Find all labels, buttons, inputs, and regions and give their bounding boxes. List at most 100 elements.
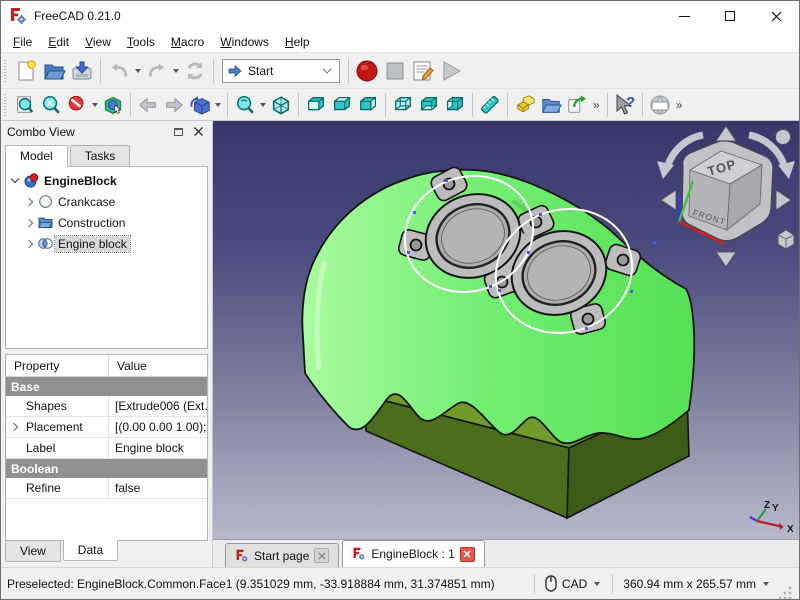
- web-browser-button[interactable]: [647, 92, 673, 118]
- menu-view[interactable]: View: [77, 33, 119, 51]
- menu-help[interactable]: Help: [277, 33, 318, 51]
- redo-dropdown-caret[interactable]: [173, 69, 179, 73]
- tab-close-button[interactable]: [314, 548, 329, 563]
- menu-bar: File Edit View Tools Macro Windows Help: [1, 31, 799, 53]
- property-value[interactable]: false: [109, 481, 207, 495]
- property-row-placement[interactable]: Placement [(0.00 0.00 1.00);...: [6, 417, 207, 438]
- draw-style-button[interactable]: [64, 92, 90, 118]
- property-value[interactable]: [(0.00 0.00 1.00);...: [109, 420, 207, 434]
- menu-macro[interactable]: Macro: [163, 33, 212, 51]
- tab-close-button[interactable]: [460, 547, 475, 562]
- toolbar-drag-handle[interactable]: [4, 94, 9, 116]
- property-row-refine[interactable]: Refine false: [6, 478, 207, 499]
- menu-file[interactable]: File: [5, 33, 40, 51]
- navigation-cube[interactable]: TOP FRONT: [657, 126, 795, 267]
- property-row-shapes[interactable]: Shapes [Extrude006 (Ext...: [6, 396, 207, 417]
- zoom-dropdown-caret[interactable]: [260, 103, 266, 107]
- property-value[interactable]: Engine block: [109, 441, 207, 455]
- whats-this-button[interactable]: ?: [612, 92, 638, 118]
- isometric-view-button[interactable]: [187, 92, 213, 118]
- front-view-button[interactable]: [303, 92, 329, 118]
- resize-grip[interactable]: [779, 585, 793, 599]
- property-value[interactable]: [Extrude006 (Ext...: [109, 399, 207, 413]
- fit-selection-button[interactable]: [38, 92, 64, 118]
- redo-button[interactable]: [143, 57, 171, 85]
- tab-view[interactable]: View: [5, 541, 61, 562]
- measure-distance-button[interactable]: [477, 92, 503, 118]
- tab-start-page[interactable]: Start page: [225, 543, 339, 567]
- tree-item-crankcase[interactable]: Crankcase: [6, 191, 207, 212]
- menu-windows[interactable]: Windows: [212, 33, 277, 51]
- nav-arrow-down[interactable]: [716, 252, 736, 267]
- view-dimensions-selector[interactable]: 360.94 mm x 265.57 mm: [623, 577, 771, 591]
- undo-icon: [108, 60, 130, 82]
- maximize-button[interactable]: [707, 1, 753, 31]
- section-base[interactable]: Base: [6, 377, 207, 396]
- new-document-button[interactable]: [12, 57, 40, 85]
- web-browser-icon: [648, 93, 672, 117]
- refresh-button[interactable]: [181, 57, 209, 85]
- combo-view-header[interactable]: Combo View: [1, 121, 212, 143]
- toolbar-drag-handle[interactable]: [4, 60, 9, 82]
- expander-closed-icon[interactable]: [25, 240, 33, 248]
- panel-float-button[interactable]: [170, 124, 186, 140]
- bottom-view-cube-icon: [418, 94, 440, 116]
- right-view-button[interactable]: [355, 92, 381, 118]
- fit-all-button[interactable]: [12, 92, 38, 118]
- macro-record-button[interactable]: [353, 57, 381, 85]
- tab-tasks[interactable]: Tasks: [70, 145, 131, 166]
- workbench-selector-value: Start: [248, 64, 323, 78]
- bottom-view-button[interactable]: [416, 92, 442, 118]
- tree-item-engineblock[interactable]: EngineBlock: [6, 170, 207, 191]
- export-button[interactable]: [564, 92, 590, 118]
- navigate-forward-button[interactable]: [161, 92, 187, 118]
- macro-edit-button[interactable]: [409, 57, 437, 85]
- rear-view-button[interactable]: [390, 92, 416, 118]
- left-view-button[interactable]: [442, 92, 468, 118]
- navigate-back-button[interactable]: [135, 92, 161, 118]
- workbench-selector[interactable]: Start: [222, 59, 340, 83]
- open-document-button[interactable]: [40, 57, 68, 85]
- nav-circle-button[interactable]: [776, 130, 791, 145]
- open-folder-button[interactable]: [538, 92, 564, 118]
- isometric-dropdown-caret[interactable]: [215, 103, 221, 107]
- navigation-style-caret: [594, 582, 600, 586]
- zoom-button[interactable]: [232, 92, 258, 118]
- panel-close-button[interactable]: [190, 124, 206, 140]
- part-design-button[interactable]: [512, 92, 538, 118]
- tab-engineblock-document[interactable]: EngineBlock : 1: [342, 540, 484, 567]
- play-icon: [438, 58, 464, 84]
- freecad-file-icon: [352, 547, 366, 561]
- axonometric-view-button[interactable]: [268, 92, 294, 118]
- toolbar-overflow-button[interactable]: »: [590, 98, 603, 112]
- nav-arrow-right[interactable]: [776, 190, 791, 210]
- tree-item-construction[interactable]: Construction: [6, 212, 207, 233]
- undo-dropdown-caret[interactable]: [135, 69, 141, 73]
- tab-model[interactable]: Model: [5, 145, 68, 167]
- menu-edit[interactable]: Edit: [40, 33, 77, 51]
- property-row-label[interactable]: Label Engine block: [6, 438, 207, 459]
- sync-selection-button[interactable]: [100, 92, 126, 118]
- macro-stop-button[interactable]: [381, 57, 409, 85]
- undo-button[interactable]: [105, 57, 133, 85]
- expander-open-icon[interactable]: [11, 175, 19, 183]
- close-button[interactable]: [753, 1, 799, 31]
- top-view-button[interactable]: [329, 92, 355, 118]
- 3d-viewport[interactable]: TOP FRONT Z Y X: [213, 121, 799, 539]
- close-icon: [771, 11, 782, 22]
- minimize-button[interactable]: [661, 1, 707, 31]
- tab-data[interactable]: Data: [63, 540, 118, 561]
- expander-closed-icon[interactable]: [25, 198, 33, 206]
- draw-style-dropdown-caret[interactable]: [92, 103, 98, 107]
- tree-item-engine-block[interactable]: Engine block: [6, 233, 207, 254]
- menu-tools[interactable]: Tools: [119, 33, 163, 51]
- nav-arrow-up[interactable]: [716, 126, 736, 141]
- navigation-style-selector[interactable]: CAD: [545, 575, 602, 592]
- save-document-button[interactable]: [68, 57, 96, 85]
- nav-arrow-left[interactable]: [661, 190, 676, 210]
- section-boolean[interactable]: Boolean: [6, 459, 207, 478]
- macro-execute-button[interactable]: [437, 57, 465, 85]
- navigation-style-value: CAD: [562, 577, 587, 591]
- expander-closed-icon[interactable]: [25, 219, 33, 227]
- toolbar-overflow-button[interactable]: »: [673, 98, 686, 112]
